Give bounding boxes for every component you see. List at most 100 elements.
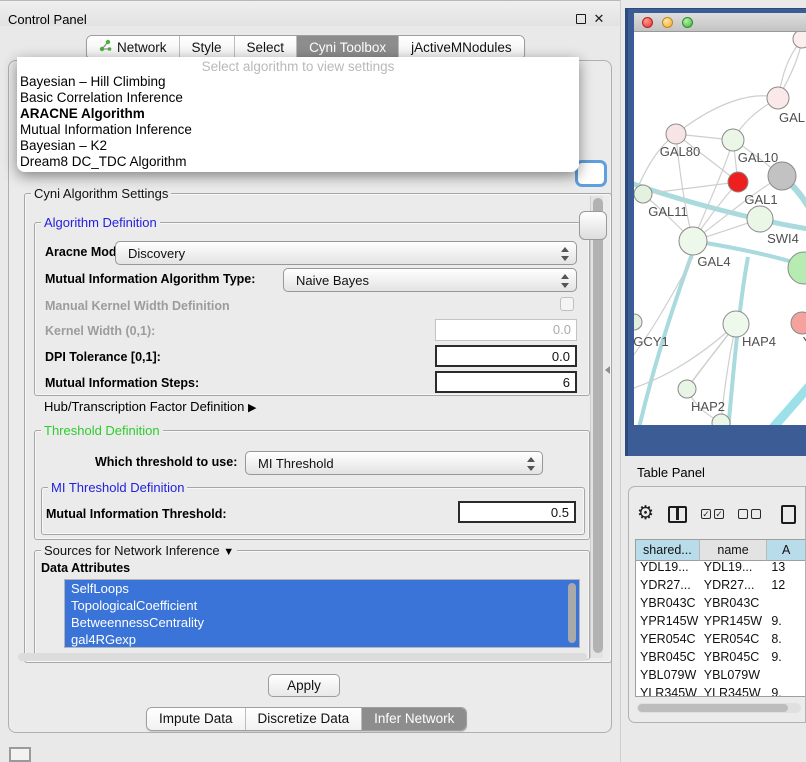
tab-select[interactable]: Select	[235, 36, 298, 59]
table-row[interactable]: YBR043CYBR043C	[636, 594, 806, 612]
table-cell: YBR043C	[636, 594, 700, 612]
table-row[interactable]: YER054CYER054C8.	[636, 630, 806, 648]
attribute-item[interactable]: TopologicalCoefficient	[65, 597, 579, 614]
settings-hscroll-strip[interactable]	[18, 653, 587, 661]
table-row[interactable]: YPR145WYPR145W9.	[636, 612, 806, 630]
control-panel-title: Control Panel	[8, 12, 87, 27]
tab-style[interactable]: Style	[180, 36, 235, 59]
mi-steps-field[interactable]: 6	[435, 371, 577, 393]
node[interactable]	[712, 414, 730, 425]
tab-impute-data[interactable]: Impute Data	[147, 708, 246, 730]
node-label-hap2: HAP2	[691, 399, 725, 414]
attr-list-scrollbar[interactable]	[568, 583, 576, 643]
which-threshold-select[interactable]: MI Threshold	[245, 451, 543, 475]
node-swi4[interactable]	[747, 206, 773, 232]
algorithm-option[interactable]: Bayesian – K2	[17, 138, 579, 154]
node-gal4[interactable]	[679, 227, 707, 255]
minimized-panel-icon[interactable]	[9, 747, 31, 762]
close-panel-icon[interactable]: ✕	[593, 13, 605, 25]
mi-threshold-label: Mutual Information Threshold:	[46, 507, 227, 521]
expander-right-icon: ▶	[248, 402, 256, 414]
sources-group-title[interactable]: Sources for Network Inference ▼	[41, 543, 237, 558]
table-cell: 9.	[767, 612, 806, 630]
tab-cyni-toolbox[interactable]: Cyni Toolbox	[297, 36, 399, 59]
node-hap2[interactable]	[678, 380, 696, 398]
table-panel-title: Table Panel	[637, 465, 705, 480]
mi-algorithm-type-select[interactable]: Naive Bayes	[283, 268, 577, 292]
mi-threshold-field[interactable]: 0.5	[458, 501, 576, 523]
zoom-window-icon[interactable]	[682, 17, 693, 28]
apply-button[interactable]: Apply	[268, 674, 340, 697]
kernel-width-field[interactable]: 0.0	[435, 319, 577, 341]
node-gal11[interactable]	[634, 185, 652, 203]
mi-steps-label: Mutual Information Steps:	[45, 376, 199, 390]
stepper-icon	[560, 273, 569, 289]
node-gal1[interactable]	[728, 172, 748, 192]
gear-icon[interactable]: ⚙	[637, 504, 654, 524]
document-icon[interactable]	[781, 505, 796, 524]
network-canvas[interactable]: GALGAL80GAL10GAL1SWI4GAL11GAL4GCY1HAP4YH…	[634, 32, 806, 425]
manual-kernel-label: Manual Kernel Width Definition	[45, 299, 230, 313]
aracne-mode-value: Discovery	[128, 246, 185, 261]
settings-scrollbar-thumb[interactable]	[593, 198, 603, 653]
divider-collapse-handle[interactable]	[605, 366, 610, 374]
table-hscrollbar-thumb[interactable]	[638, 704, 788, 712]
network-window-titlebar[interactable]	[634, 13, 806, 32]
table-header-row[interactable]: shared...nameA	[636, 540, 806, 558]
tab-discretize-data[interactable]: Discretize Data	[246, 708, 363, 730]
algorithm-option[interactable]: Mutual Information Inference	[17, 122, 579, 138]
table-row[interactable]: YBL079WYBL079W	[636, 666, 806, 684]
algorithm-option[interactable]: Dream8 DC_TDC Algorithm	[17, 154, 579, 170]
table-cell: 12	[767, 576, 806, 594]
tab-label: Cyni Toolbox	[309, 40, 386, 55]
tab-infer-network[interactable]: Infer Network	[362, 708, 466, 730]
node-label-gal11: GAL11	[648, 204, 688, 219]
minimize-window-icon[interactable]	[662, 17, 673, 28]
close-window-icon[interactable]	[642, 17, 653, 28]
algorithm-dropdown-popup: Select algorithm to view settings Bayesi…	[17, 57, 579, 172]
dpi-tolerance-field[interactable]: 0.0	[435, 345, 577, 367]
tab-label: Discretize Data	[258, 711, 350, 726]
mi-threshold-group: MI Threshold Definition Mutual Informati…	[41, 487, 585, 535]
hub-definition-expander[interactable]: Hub/Transcription Factor Definition ▶	[44, 399, 256, 414]
tab-network[interactable]: Network	[87, 36, 180, 59]
tab-label: Network	[117, 40, 167, 55]
attribute-item[interactable]: gal4RGexp	[65, 631, 579, 648]
network-window[interactable]: GALGAL80GAL10GAL1SWI4GAL11GAL4GCY1HAP4YH…	[625, 8, 806, 456]
node[interactable]	[793, 32, 806, 48]
attribute-item[interactable]: SelfLoops	[65, 580, 579, 597]
algorithm-option[interactable]: Basic Correlation Inference	[17, 90, 579, 106]
checked-pair-icon[interactable]: ✓✓	[701, 509, 724, 519]
expander-down-icon: ▼	[223, 546, 234, 558]
table-row[interactable]: YDL19...YDL19...13	[636, 558, 806, 576]
algorithm-option[interactable]: ARACNE Algorithm	[17, 106, 579, 122]
node-label-gal: GAL	[779, 110, 805, 125]
table-row[interactable]: YDR27...YDR27...12	[636, 576, 806, 594]
node-gal80[interactable]	[666, 124, 686, 144]
table-cell: YBR043C	[700, 594, 768, 612]
node-gal10[interactable]	[722, 129, 744, 151]
manual-kernel-checkbox[interactable]	[560, 297, 574, 311]
unchecked-pair-icon[interactable]	[738, 509, 761, 519]
algorithm-option[interactable]: Bayesian – Hill Climbing	[17, 74, 579, 90]
node[interactable]	[788, 252, 806, 284]
node-gcy1[interactable]	[634, 314, 642, 330]
node-y[interactable]	[791, 312, 806, 334]
node-gal[interactable]	[767, 87, 789, 109]
node[interactable]	[768, 162, 796, 190]
table-panel: ⚙ ✓✓ shared...nameA YDL19...YDL19...13YD…	[628, 486, 806, 723]
table-cell: YBR045C	[636, 648, 700, 666]
network-nodes[interactable]: GALGAL80GAL10GAL1SWI4GAL11GAL4GCY1HAP4YH…	[634, 32, 806, 425]
table-hscrollbar[interactable]	[637, 703, 801, 713]
aracne-mode-select[interactable]: Discovery	[115, 241, 577, 265]
tab-jactivemnodules[interactable]: jActiveMNodules	[399, 36, 524, 59]
node-attribute-table[interactable]: shared...nameA YDL19...YDL19...13YDR27..…	[635, 539, 806, 697]
cyni-bottom-tabbar: Impute Data Discretize Data Infer Network	[146, 707, 467, 731]
attribute-item[interactable]: BetweennessCentrality	[65, 614, 579, 631]
columns-icon[interactable]	[668, 506, 687, 523]
data-attributes-list[interactable]: SelfLoopsTopologicalCoefficientBetweenne…	[64, 579, 580, 648]
float-panel-icon[interactable]	[576, 14, 586, 24]
table-row[interactable]: YLR345WYLR345W9.	[636, 684, 806, 697]
table-row[interactable]: YBR045CYBR045C9.	[636, 648, 806, 666]
settings-scrollbar[interactable]	[590, 196, 603, 658]
